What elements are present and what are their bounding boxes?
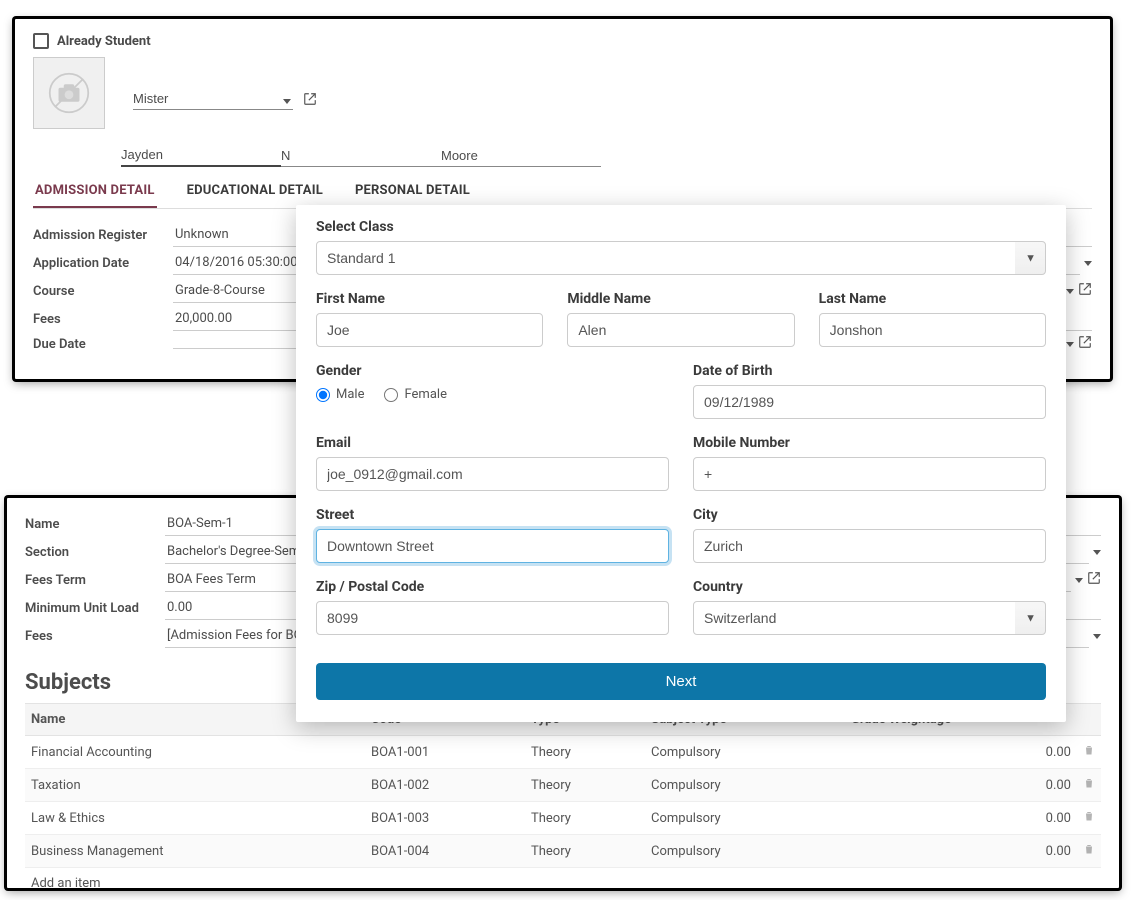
last-name-field[interactable]: [819, 313, 1046, 347]
trash-icon[interactable]: [1083, 778, 1095, 793]
table-row[interactable]: TaxationBOA1-002TheoryCompulsory0.00: [25, 769, 1101, 802]
cell-weight: 0.00: [845, 736, 1077, 769]
admission-register-label: Admission Register: [33, 228, 173, 243]
mobile-field[interactable]: [693, 457, 1046, 491]
external-link-icon[interactable]: [1087, 571, 1101, 589]
street-label: Street: [316, 507, 669, 523]
avatar[interactable]: [33, 57, 105, 129]
external-link-icon[interactable]: [303, 92, 317, 110]
no-photo-icon: [48, 72, 90, 114]
first-name-input[interactable]: [121, 143, 281, 167]
table-row[interactable]: Law & EthicsBOA1-003TheoryCompulsory0.00: [25, 802, 1101, 835]
cell-type: Theory: [525, 736, 645, 769]
gender-female-radio[interactable]: Female: [384, 387, 446, 402]
fees-label: Fees: [25, 629, 165, 644]
country-select[interactable]: [693, 601, 1046, 635]
chevron-down-icon[interactable]: [1075, 578, 1083, 583]
middle-name-input[interactable]: [281, 143, 441, 167]
due-date-label: Due Date: [33, 337, 173, 352]
cell-subject-type: Compulsory: [645, 835, 845, 868]
cell-type: Theory: [525, 835, 645, 868]
title-select[interactable]: [133, 87, 293, 110]
middle-name-label: Middle Name: [567, 291, 794, 307]
section-label: Section: [25, 545, 165, 560]
cell-code: BOA1-003: [365, 802, 525, 835]
tab-personal-detail[interactable]: PERSONAL DETAIL: [353, 175, 472, 208]
country-label: Country: [693, 579, 1046, 595]
email-label: Email: [316, 435, 669, 451]
zip-field[interactable]: [316, 601, 669, 635]
dob-field[interactable]: [693, 385, 1046, 419]
table-row[interactable]: Business ManagementBOA1-004TheoryCompuls…: [25, 835, 1101, 868]
city-label: City: [693, 507, 1046, 523]
subjects-table: Name Code Type Subject Type Grade Weight…: [25, 703, 1101, 868]
gender-male-radio[interactable]: Male: [316, 387, 364, 402]
cell-name: Taxation: [25, 769, 365, 802]
cell-name: Financial Accounting: [25, 736, 365, 769]
chevron-down-icon[interactable]: [1093, 550, 1101, 555]
cell-weight: 0.00: [845, 802, 1077, 835]
next-button[interactable]: Next: [316, 663, 1046, 700]
chevron-down-icon[interactable]: [1066, 342, 1074, 347]
trash-icon[interactable]: [1083, 844, 1095, 859]
application-date-label: Application Date: [33, 256, 173, 271]
gender-label: Gender: [316, 363, 669, 379]
first-name-field[interactable]: [316, 313, 543, 347]
cell-weight: 0.00: [845, 769, 1077, 802]
course-label: Course: [33, 284, 173, 299]
select-class-label: Select Class: [316, 219, 1046, 235]
chevron-down-icon: ▼: [1025, 612, 1036, 625]
name-label: Name: [25, 517, 165, 532]
external-link-icon[interactable]: [1078, 335, 1092, 353]
cell-subject-type: Compulsory: [645, 802, 845, 835]
chevron-down-icon[interactable]: [1066, 289, 1074, 294]
chevron-down-icon: ▼: [1025, 252, 1036, 265]
email-field[interactable]: [316, 457, 669, 491]
select-class[interactable]: [316, 241, 1046, 275]
cell-code: BOA1-004: [365, 835, 525, 868]
cell-weight: 0.00: [845, 835, 1077, 868]
cell-type: Theory: [525, 769, 645, 802]
street-field[interactable]: [316, 529, 669, 563]
zip-label: Zip / Postal Code: [316, 579, 669, 595]
cell-code: BOA1-002: [365, 769, 525, 802]
chevron-down-icon: [283, 99, 291, 104]
trash-icon[interactable]: [1083, 811, 1095, 826]
table-row[interactable]: Financial AccountingBOA1-001TheoryCompul…: [25, 736, 1101, 769]
fees-term-label: Fees Term: [25, 573, 165, 588]
middle-name-field[interactable]: [567, 313, 794, 347]
cell-name: Law & Ethics: [25, 802, 365, 835]
cell-code: BOA1-001: [365, 736, 525, 769]
first-name-label: First Name: [316, 291, 543, 307]
last-name-label: Last Name: [819, 291, 1046, 307]
cell-subject-type: Compulsory: [645, 769, 845, 802]
fees-label: Fees: [33, 312, 173, 327]
tab-admission-detail[interactable]: ADMISSION DETAIL: [33, 175, 157, 208]
mobile-label: Mobile Number: [693, 435, 1046, 451]
cell-subject-type: Compulsory: [645, 736, 845, 769]
min-unit-load-label: Minimum Unit Load: [25, 601, 165, 616]
external-link-icon[interactable]: [1078, 282, 1092, 300]
dob-label: Date of Birth: [693, 363, 1046, 379]
tab-educational-detail[interactable]: EDUCATIONAL DETAIL: [185, 175, 325, 208]
already-student-label: Already Student: [57, 34, 151, 49]
city-field[interactable]: [693, 529, 1046, 563]
add-item-link[interactable]: Add an item: [25, 868, 1101, 899]
chevron-down-icon[interactable]: [1084, 261, 1092, 266]
already-student-checkbox[interactable]: [33, 33, 49, 49]
cell-name: Business Management: [25, 835, 365, 868]
chevron-down-icon[interactable]: [1093, 634, 1101, 639]
trash-icon[interactable]: [1083, 745, 1095, 760]
cell-type: Theory: [525, 802, 645, 835]
last-name-input[interactable]: [441, 143, 601, 167]
